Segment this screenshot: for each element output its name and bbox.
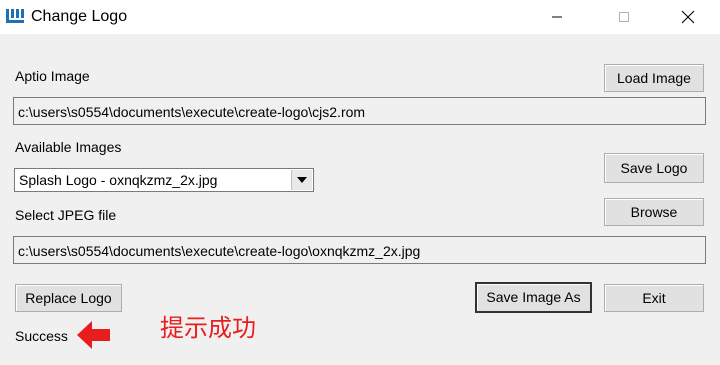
available-images-select[interactable]: Splash Logo - oxnqkzmz_2x.jpg <box>14 168 314 192</box>
red-arrow-icon <box>77 321 110 349</box>
chevron-down-icon <box>297 177 307 183</box>
available-images-selected: Splash Logo - oxnqkzmz_2x.jpg <box>19 172 218 188</box>
jpeg-path-field[interactable]: c:\users\s0554\documents\execute\create-… <box>13 236 706 264</box>
maximize-button[interactable] <box>601 0 647 34</box>
exit-button[interactable]: Exit <box>604 284 704 312</box>
change-logo-window: Change Logo Aptio Image Load Image c:\us… <box>0 0 720 365</box>
aptio-image-path-field[interactable]: c:\users\s0554\documents\execute\create-… <box>13 97 706 125</box>
maximize-icon <box>619 12 629 22</box>
select-jpeg-label: Select JPEG file <box>15 207 117 223</box>
replace-logo-button[interactable]: Replace Logo <box>15 284 122 312</box>
annotation-text: 提示成功 <box>160 314 256 342</box>
status-text: Success <box>15 328 68 344</box>
close-icon <box>681 10 695 24</box>
available-images-label: Available Images <box>15 139 122 155</box>
save-image-as-button[interactable]: Save Image As <box>475 282 592 313</box>
window-title: Change Logo <box>31 8 128 25</box>
dropdown-button[interactable] <box>291 170 312 190</box>
app-icon <box>6 9 24 23</box>
load-image-button[interactable]: Load Image <box>604 64 704 92</box>
save-logo-button[interactable]: Save Logo <box>604 153 704 183</box>
aptio-image-label: Aptio Image <box>15 68 90 84</box>
close-button[interactable] <box>665 0 711 34</box>
minimize-button[interactable] <box>534 0 580 34</box>
browse-button[interactable]: Browse <box>604 198 704 226</box>
title-bar[interactable]: Change Logo <box>0 0 720 34</box>
minimize-icon <box>552 16 562 18</box>
